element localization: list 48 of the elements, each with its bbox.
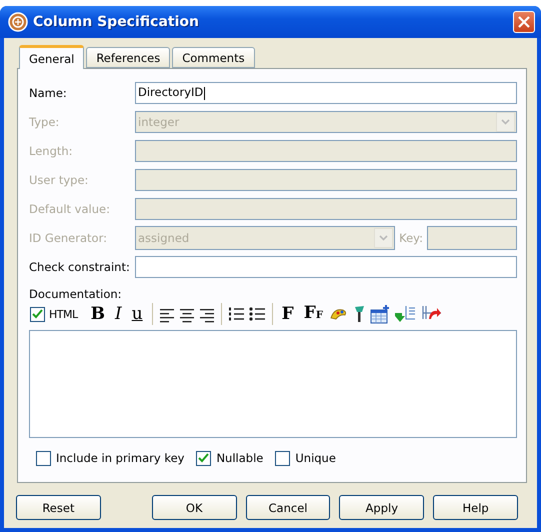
- checkbox[interactable]: [30, 306, 45, 322]
- dialog-button[interactable]: Reset: [16, 495, 101, 520]
- font-button[interactable]: F: [278, 304, 297, 324]
- dropdown-caret-icon: [379, 234, 388, 240]
- insert-table-icon[interactable]: [370, 304, 390, 324]
- dialog-button[interactable]: Cancel: [246, 495, 330, 520]
- checkbox-label: Unique: [295, 451, 336, 465]
- close-icon: [518, 16, 530, 28]
- input-field[interactable]: [135, 198, 517, 220]
- app-logo-icon: [8, 12, 28, 32]
- text-cursor: [204, 86, 206, 100]
- dialog-button[interactable]: OK: [152, 495, 237, 520]
- field-label: Name:: [29, 86, 68, 100]
- bullet-list-icon[interactable]: [248, 306, 266, 322]
- documentation-text-area[interactable]: [29, 330, 517, 438]
- input-field[interactable]: [427, 226, 517, 250]
- checkbox-label: Include in primary key: [56, 451, 184, 465]
- dropdown-caret-icon: [501, 118, 510, 124]
- window-title: Column Specification: [33, 14, 200, 30]
- italic-button[interactable]: I: [112, 304, 125, 324]
- dialog-button[interactable]: Apply: [339, 495, 424, 520]
- font-size-button[interactable]: FF: [300, 302, 326, 326]
- field-label: Default value:: [29, 202, 111, 216]
- checkbox-label: Nullable: [216, 451, 264, 465]
- insert-row-icon[interactable]: [394, 304, 416, 324]
- checkbox-label: HTML: [49, 308, 78, 320]
- input-field[interactable]: [135, 140, 517, 162]
- tab[interactable]: General: [19, 45, 84, 69]
- numbered-list-icon[interactable]: [228, 306, 245, 322]
- input-field[interactable]: [135, 256, 517, 278]
- checkbox[interactable]: [275, 450, 290, 466]
- field-label: Documentation:: [29, 287, 123, 301]
- field-label: Type:: [29, 114, 60, 128]
- field-label: User type:: [29, 172, 90, 186]
- field-label: Key:: [399, 230, 423, 244]
- field-label: Check constraint:: [29, 260, 131, 274]
- field-label: ID Generator:: [29, 230, 108, 244]
- input-field[interactable]: DirectoryID: [135, 82, 517, 104]
- field-label: Length:: [29, 144, 74, 158]
- dialog-button[interactable]: Help: [433, 495, 518, 520]
- underline-button[interactable]: u: [128, 304, 146, 324]
- tab[interactable]: References: [86, 47, 170, 68]
- input-field[interactable]: [135, 168, 517, 190]
- bold-button[interactable]: B: [88, 304, 108, 324]
- checkbox[interactable]: [196, 450, 212, 466]
- close-button[interactable]: [513, 11, 535, 33]
- tab[interactable]: Comments: [172, 47, 255, 68]
- checkbox[interactable]: [36, 450, 51, 466]
